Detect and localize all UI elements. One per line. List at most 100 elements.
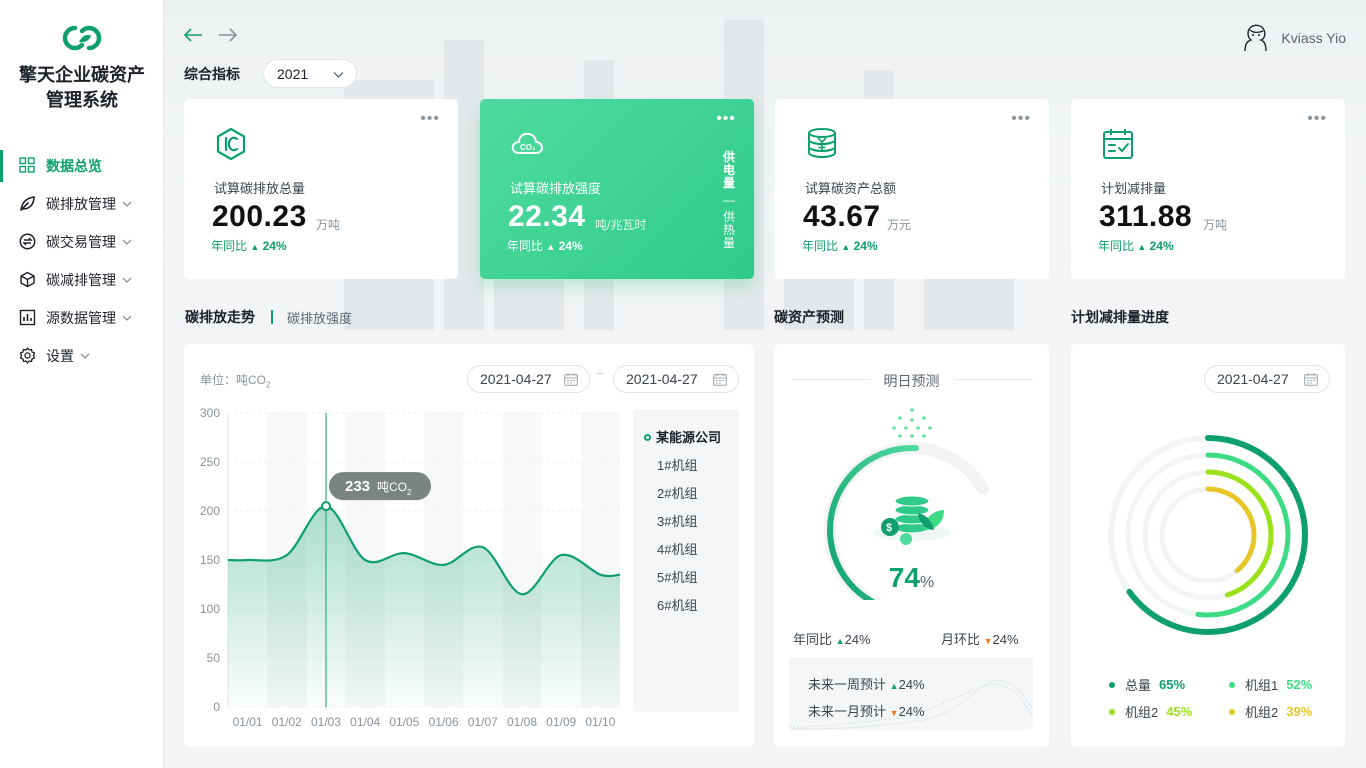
legend-item-unit5[interactable]: 5#机组 [657, 567, 697, 586]
kpi-yoy: 年同比 ▲ 24% [1098, 237, 1174, 254]
asset-mom-label: 月环比 [941, 632, 981, 647]
up-triangle-icon: ▲ [835, 636, 845, 646]
sparkle-dot [922, 434, 926, 438]
ring-legend-label: 机组2 [1125, 705, 1159, 720]
user-name: Kviass Yio [1281, 30, 1346, 46]
tab-power-supply[interactable]: 供电量 [722, 151, 736, 190]
kpi-card-carbon-assets[interactable]: ••• 试算碳资产总额 43.67 万元 年同比 ▲ 24% [775, 99, 1049, 279]
c-hexagon-icon [216, 127, 246, 161]
sidebar-item-reduction[interactable]: 碳减排管理 [0, 261, 164, 299]
kpi-card-emission-intensity[interactable]: CO₂ ••• 试算碳排放强度 22.34 吨/兆瓦时 年同比 ▲ 24% 供电… [480, 99, 754, 279]
more-options-button[interactable]: ••• [1011, 111, 1031, 127]
legend-dot [1229, 708, 1235, 715]
user-menu[interactable]: Kviass Yio [1239, 21, 1346, 55]
legend-item-unit3[interactable]: 3#机组 [657, 511, 697, 530]
y-tick-label: 100 [200, 602, 220, 616]
date-from-picker[interactable]: 2021-04-27 [467, 365, 590, 393]
week-forecast-label: 未来一周预计 [808, 677, 887, 692]
ring-legend-label: 机组2 [1245, 705, 1279, 720]
down-triangle-icon: ▼ [889, 708, 899, 718]
reduction-progress-title: 计划减排量进度 [1071, 309, 1169, 325]
ring-legend-label: 总量 [1125, 678, 1152, 693]
week-forecast: 未来一周预计 ▲24% [808, 674, 925, 693]
kpi-yoy-value: 24% [853, 239, 878, 253]
asset-yoy-value: 24% [844, 632, 871, 647]
kpi-card-planned-reduction[interactable]: ••• 计划减排量 311.88 万吨 年同比 ▲ 24% [1071, 99, 1345, 279]
gauge-percent: 74% [774, 562, 1049, 594]
sidebar-item-label: 源数据管理 [46, 310, 116, 326]
reduction-rings-chart [1108, 435, 1308, 635]
sparkle-dot [910, 418, 914, 422]
emission-trend-chart: 0 50 100 150 200 250 300 01/01 01/02 01/03 01/04 01… [200, 406, 621, 729]
sidebar-item-trading[interactable]: 碳交易管理 [0, 223, 164, 261]
forward-arrow-icon[interactable] [217, 25, 239, 45]
x-tick-label: 01/05 [389, 715, 419, 729]
sidebar-item-label: 碳交易管理 [46, 234, 116, 250]
legend-item-company[interactable]: 某能源公司 [644, 427, 721, 446]
cube-icon [19, 271, 37, 289]
ring-legend-unit2: 机组2 45% [1109, 702, 1192, 721]
more-options-button[interactable]: ••• [420, 111, 440, 127]
kpi-yoy-label: 年同比 [211, 239, 248, 253]
sidebar-item-label: 碳排放管理 [46, 196, 116, 212]
legend-item-unit2[interactable]: 2#机组 [657, 483, 697, 502]
asset-yoy-label: 年同比 [793, 632, 833, 647]
date-to-picker[interactable]: 2021-04-27 [613, 365, 739, 393]
legend-item-unit6[interactable]: 6#机组 [657, 595, 697, 614]
more-options-button[interactable]: ••• [1307, 111, 1327, 127]
date-to-value: 2021-04-27 [626, 371, 698, 387]
x-tick-label: 01/10 [585, 715, 615, 729]
sidebar-item-settings[interactable]: 设置 [0, 337, 164, 375]
sidebar-item-emission[interactable]: 碳排放管理 [0, 185, 164, 223]
legend-dot [1109, 708, 1115, 715]
sidebar-item-overview[interactable]: 数据总览 [0, 147, 164, 185]
reduction-date-value: 2021-04-27 [1217, 371, 1289, 387]
kpi-yoy-value: 24% [1149, 239, 1174, 253]
sidebar-item-label: 数据总览 [46, 158, 102, 174]
kpi-unit: 万吨 [1203, 218, 1228, 232]
x-tick-label: 01/07 [468, 715, 498, 729]
more-options-button[interactable]: ••• [716, 111, 736, 127]
up-triangle-icon: ▲ [546, 242, 556, 252]
date-from-value: 2021-04-27 [480, 371, 552, 387]
x-tick-label: 01/03 [311, 715, 341, 729]
x-tick-label: 01/06 [429, 715, 459, 729]
tab-divider [271, 310, 273, 324]
exchange-icon [19, 233, 37, 251]
sidebar-nav: 数据总览 碳排放管理 碳交易管理 碳减排管理 源数据管理 设置 [0, 147, 164, 375]
back-arrow-icon[interactable] [182, 25, 204, 45]
kpi-unit: 万元 [887, 218, 912, 232]
tab-separator: — [723, 193, 735, 207]
sidebar-item-source-data[interactable]: 源数据管理 [0, 299, 164, 337]
month-forecast-value: 24% [898, 704, 925, 719]
highlight-point[interactable] [321, 501, 331, 512]
y-tick-label: 250 [200, 455, 220, 469]
kpi-label: 试算碳排放强度 [510, 181, 602, 196]
year-select[interactable]: 2021 [263, 59, 357, 88]
tab-heat-supply[interactable]: 供热量 [722, 211, 736, 250]
legend-item-unit4[interactable]: 4#机组 [657, 539, 697, 558]
legend-item-unit1[interactable]: 1#机组 [657, 455, 697, 474]
reduction-date-picker[interactable]: 2021-04-27 [1204, 365, 1330, 393]
kpi-value: 22.34 [508, 200, 586, 233]
x-tick-label: 01/01 [233, 715, 263, 729]
ring-legend-label: 机组1 [1245, 678, 1279, 693]
chevron-down-icon [80, 351, 90, 361]
tab-emission-trend[interactable]: 碳排放走势 [185, 307, 255, 327]
chart-tooltip: 233 吨CO 2 [329, 472, 431, 501]
down-triangle-icon: ▼ [983, 636, 993, 646]
gauge-percent-sign: % [919, 574, 935, 591]
calendar-check-icon [1103, 129, 1133, 159]
sparkle-dot [910, 408, 914, 412]
asset-yoy: 年同比 ▲24% [793, 629, 871, 648]
y-tick-label: 200 [200, 504, 220, 518]
cloud-co2-icon: CO₂ [511, 132, 543, 154]
forecast-box: 未来一周预计 ▲24% 未来一月预计 ▼24% [789, 657, 1033, 730]
kpi-yoy-label: 年同比 [507, 239, 544, 253]
unit-legend: 某能源公司 1#机组 2#机组 3#机组 4#机组 5#机组 6#机组 [633, 409, 739, 712]
tab-emission-intensity[interactable]: 碳排放强度 [287, 308, 352, 327]
y-tick-label: 50 [207, 651, 221, 665]
app-title-line2: 管理系统 [46, 90, 118, 110]
kpi-card-total-emission[interactable]: ••• 试算碳排放总量 200.23 万吨 年同比 ▲ 24% [184, 99, 458, 279]
gauge-title: 明日预测 [883, 373, 940, 389]
